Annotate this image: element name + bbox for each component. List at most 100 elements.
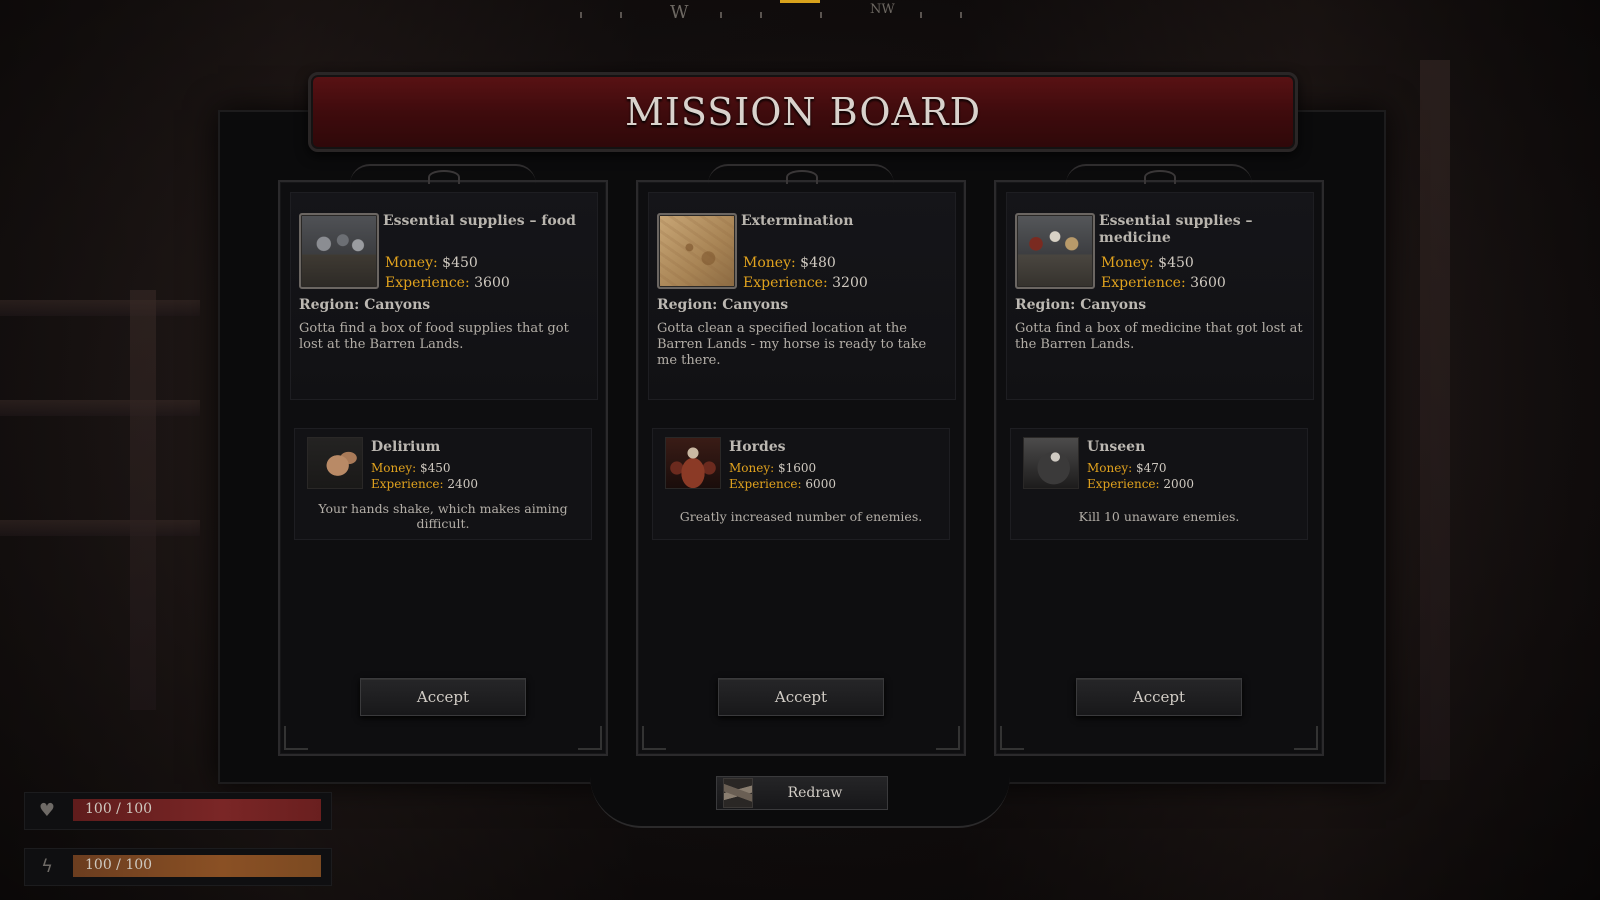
redraw-label: Redraw <box>787 785 843 801</box>
mission-board-banner: MISSION BOARD <box>308 72 1298 152</box>
experience-value: 6000 <box>805 477 836 491</box>
card-corner <box>578 726 602 750</box>
modifier-title: Unseen <box>1087 439 1146 455</box>
accept-button[interactable]: Accept <box>718 678 884 716</box>
region-value: Canyons <box>722 297 789 313</box>
compass-tick <box>620 12 622 18</box>
mission-money: Money: $450 <box>1101 255 1194 271</box>
mission-experience: Experience: 3200 <box>743 275 868 291</box>
background-shelf <box>0 300 200 316</box>
mission-title: Extermination <box>741 213 854 229</box>
modifier-title: Hordes <box>729 439 786 455</box>
experience-value: 3200 <box>832 275 868 291</box>
card-corner <box>936 726 960 750</box>
heart-icon: ♥ <box>38 800 56 821</box>
mission-description: Gotta clean a specified location at the … <box>657 321 927 368</box>
mission-details: Essential supplies – medicine Money: $45… <box>1006 192 1314 400</box>
modifier-description: Greatly increased number of enemies. <box>679 509 923 524</box>
mission-card: Extermination Money: $480 Experience: 32… <box>636 164 966 756</box>
mission-description: Gotta find a box of medicine that got lo… <box>1015 321 1303 352</box>
compass-tick <box>760 12 762 18</box>
money-label: Money: <box>1101 255 1154 271</box>
money-label: Money: <box>1087 461 1133 475</box>
mission-experience: Experience: 3600 <box>1101 275 1226 291</box>
shaking-hand-icon <box>307 437 363 489</box>
background-wall-beam <box>1420 60 1450 780</box>
region-value: Canyons <box>364 297 431 313</box>
mission-details: Extermination Money: $480 Experience: 32… <box>648 192 956 400</box>
modifier-description: Kill 10 unaware enemies. <box>1078 509 1240 524</box>
experience-label: Experience: <box>385 275 470 291</box>
modifier-money: Money: $450 <box>371 461 451 475</box>
reaper-icon <box>1023 437 1079 489</box>
modifier-experience: Experience: 2400 <box>371 477 478 491</box>
experience-value: 3600 <box>1190 275 1226 291</box>
redraw-button[interactable]: Redraw <box>716 776 888 810</box>
region-label: Region: <box>299 297 360 313</box>
compass-west: W <box>670 2 689 23</box>
experience-label: Experience: <box>1087 477 1160 491</box>
card-corner <box>284 726 308 750</box>
food-crate-icon <box>299 213 379 289</box>
health-value: 100 / 100 <box>85 801 153 817</box>
experience-label: Experience: <box>371 477 444 491</box>
experience-label: Experience: <box>743 275 828 291</box>
card-corner <box>642 726 666 750</box>
modifier-description: Your hands shake, which makes aiming dif… <box>318 501 568 531</box>
card-ornament <box>1066 164 1252 184</box>
treasure-map-icon <box>657 213 737 289</box>
money-value: $470 <box>1136 461 1167 475</box>
mission-card: Essential supplies – medicine Money: $45… <box>994 164 1324 756</box>
money-label: Money: <box>729 461 775 475</box>
compass-northwest: NW <box>870 2 895 17</box>
card-corner <box>1000 726 1024 750</box>
experience-label: Experience: <box>729 477 802 491</box>
background-shelf <box>0 400 200 416</box>
mission-card: Essential supplies – food Money: $450 Ex… <box>278 164 608 756</box>
compass-strip: W NW <box>560 0 980 24</box>
region-label: Region: <box>657 297 718 313</box>
money-value: $480 <box>800 255 836 271</box>
card-ornament <box>350 164 536 184</box>
region-value: Canyons <box>1080 297 1147 313</box>
stamina-bar: ϟ 100 / 100 <box>24 848 332 886</box>
background-shelf <box>0 520 200 536</box>
money-value: $1600 <box>778 461 817 475</box>
mission-money: Money: $450 <box>385 255 478 271</box>
page-title: MISSION BOARD <box>624 90 982 134</box>
mission-money: Money: $480 <box>743 255 836 271</box>
horde-skull-icon <box>665 437 721 489</box>
stamina-track: 100 / 100 <box>73 855 321 877</box>
mission-region: Region: Canyons <box>299 297 430 313</box>
accept-button[interactable]: Accept <box>1076 678 1242 716</box>
money-value: $450 <box>442 255 478 271</box>
modifier-title: Delirium <box>371 439 441 455</box>
health-bar: ♥ 100 / 100 <box>24 792 332 830</box>
accept-button[interactable]: Accept <box>360 678 526 716</box>
money-value: $450 <box>420 461 451 475</box>
money-label: Money: <box>371 461 417 475</box>
modifier-details: Unseen Money: $470 Experience: 2000 Kill… <box>1010 428 1308 540</box>
mission-description: Gotta find a box of food supplies that g… <box>299 321 569 352</box>
mission-region: Region: Canyons <box>1015 297 1146 313</box>
modifier-details: Delirium Money: $450 Experience: 2400 Yo… <box>294 428 592 540</box>
lightning-icon: ϟ <box>41 856 53 877</box>
money-value: $450 <box>1158 255 1194 271</box>
mission-experience: Experience: 3600 <box>385 275 510 291</box>
mission-title: Essential supplies – medicine <box>1099 213 1253 246</box>
compass-heading-marker <box>780 0 820 3</box>
medicine-crate-icon <box>1015 213 1095 289</box>
card-ornament <box>708 164 894 184</box>
mission-details: Essential supplies – food Money: $450 Ex… <box>290 192 598 400</box>
stamina-value: 100 / 100 <box>85 857 153 873</box>
health-track: 100 / 100 <box>73 799 321 821</box>
mission-region: Region: Canyons <box>657 297 788 313</box>
compass-tick <box>580 12 582 18</box>
card-corner <box>1294 726 1318 750</box>
experience-value: 3600 <box>474 275 510 291</box>
compass-tick <box>820 12 822 18</box>
money-label: Money: <box>385 255 438 271</box>
modifier-experience: Experience: 2000 <box>1087 477 1194 491</box>
money-label: Money: <box>743 255 796 271</box>
cards-icon <box>723 778 753 808</box>
